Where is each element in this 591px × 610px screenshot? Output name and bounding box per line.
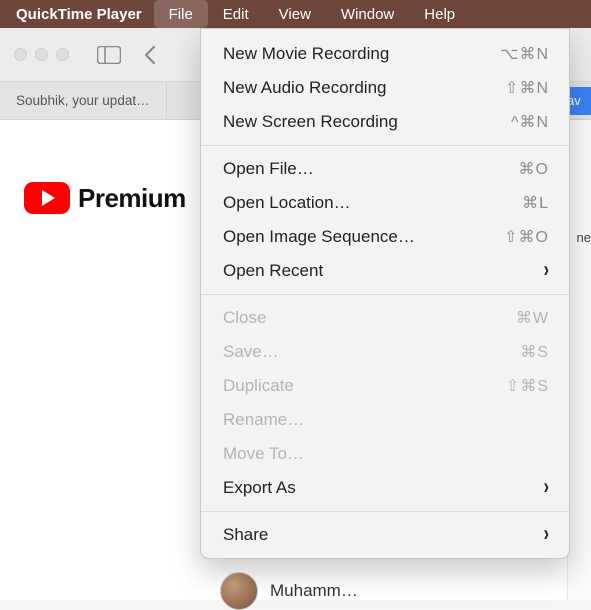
- menu-item-open-recent[interactable]: Open Recent›: [201, 254, 569, 288]
- menu-item-open-file[interactable]: Open File…⌘O: [201, 152, 569, 186]
- minimize-dot[interactable]: [35, 48, 48, 61]
- menu-item-label: Move To…: [223, 444, 549, 464]
- menu-shortcut: ⌥⌘N: [500, 44, 549, 64]
- menu-item-rename: Rename…: [201, 403, 569, 437]
- zoom-dot[interactable]: [56, 48, 69, 61]
- menu-item-label: Rename…: [223, 410, 549, 430]
- menubar-item-view[interactable]: View: [264, 0, 326, 28]
- menu-shortcut: ⇧⌘O: [504, 227, 549, 247]
- menu-item-new-movie-recording[interactable]: New Movie Recording⌥⌘N: [201, 37, 569, 71]
- menu-item-close: Close⌘W: [201, 301, 569, 335]
- browser-tab[interactable]: Soubhik, your updat…: [0, 82, 167, 119]
- menu-item-open-image-sequence[interactable]: Open Image Sequence…⇧⌘O: [201, 220, 569, 254]
- youtube-play-icon: [24, 182, 70, 214]
- menu-shortcut: ⌘O: [519, 159, 549, 179]
- contact-name: Muhamm…: [270, 581, 358, 601]
- menubar-item-window[interactable]: Window: [326, 0, 409, 28]
- menu-item-share[interactable]: Share›: [201, 518, 569, 552]
- menu-item-open-location[interactable]: Open Location…⌘L: [201, 186, 569, 220]
- menu-shortcut: ^⌘N: [511, 112, 549, 132]
- menu-item-new-audio-recording[interactable]: New Audio Recording⇧⌘N: [201, 71, 569, 105]
- menu-item-label: Duplicate: [223, 376, 506, 396]
- menu-item-label: Open Location…: [223, 193, 522, 213]
- menu-item-label: Save…: [223, 342, 520, 362]
- back-icon[interactable]: [143, 45, 157, 65]
- menu-item-export-as[interactable]: Export As›: [201, 471, 569, 505]
- menubar-item-file[interactable]: File: [154, 0, 208, 28]
- menu-item-label: Share: [223, 525, 544, 545]
- window-traffic-lights[interactable]: [14, 48, 69, 61]
- menu-separator: [201, 511, 569, 512]
- app-name: QuickTime Player: [12, 6, 154, 23]
- chevron-right-icon: ›: [544, 475, 549, 500]
- menu-item-label: Open Recent: [223, 261, 544, 281]
- file-menu-dropdown: New Movie Recording⌥⌘NNew Audio Recordin…: [200, 28, 570, 559]
- menu-item-move-to: Move To…: [201, 437, 569, 471]
- close-dot[interactable]: [14, 48, 27, 61]
- right-sidebar-peek: ne: [567, 120, 591, 600]
- menubar-item-edit[interactable]: Edit: [208, 0, 264, 28]
- chevron-right-icon: ›: [544, 258, 549, 283]
- menu-shortcut: ⇧⌘S: [506, 376, 549, 396]
- premium-wordmark: Premium: [78, 183, 186, 214]
- contact-row[interactable]: Muhamm…: [220, 572, 358, 610]
- menu-item-label: Close: [223, 308, 516, 328]
- menu-shortcut: ⌘W: [516, 308, 549, 328]
- chevron-right-icon: ›: [544, 522, 549, 547]
- menu-item-label: New Movie Recording: [223, 44, 500, 64]
- menu-item-label: Open File…: [223, 159, 519, 179]
- menu-shortcut: ⌘L: [522, 193, 549, 213]
- menu-item-label: New Audio Recording: [223, 78, 505, 98]
- menu-item-new-screen-recording[interactable]: New Screen Recording^⌘N: [201, 105, 569, 139]
- menu-shortcut: ⇧⌘N: [505, 78, 549, 98]
- menu-separator: [201, 145, 569, 146]
- sidebar-icon[interactable]: [97, 46, 121, 64]
- menu-item-save: Save…⌘S: [201, 335, 569, 369]
- menu-separator: [201, 294, 569, 295]
- menu-item-label: Export As: [223, 478, 544, 498]
- avatar: [220, 572, 258, 610]
- menu-item-label: Open Image Sequence…: [223, 227, 504, 247]
- menubar-item-help[interactable]: Help: [409, 0, 470, 28]
- macos-menubar: QuickTime Player FileEditViewWindowHelp: [0, 0, 591, 28]
- menu-item-duplicate: Duplicate⇧⌘S: [201, 369, 569, 403]
- youtube-premium-logo: Premium: [24, 182, 186, 214]
- menu-item-label: New Screen Recording: [223, 112, 511, 132]
- menu-shortcut: ⌘S: [520, 342, 549, 362]
- sidebar-text-fragment: ne: [577, 230, 591, 245]
